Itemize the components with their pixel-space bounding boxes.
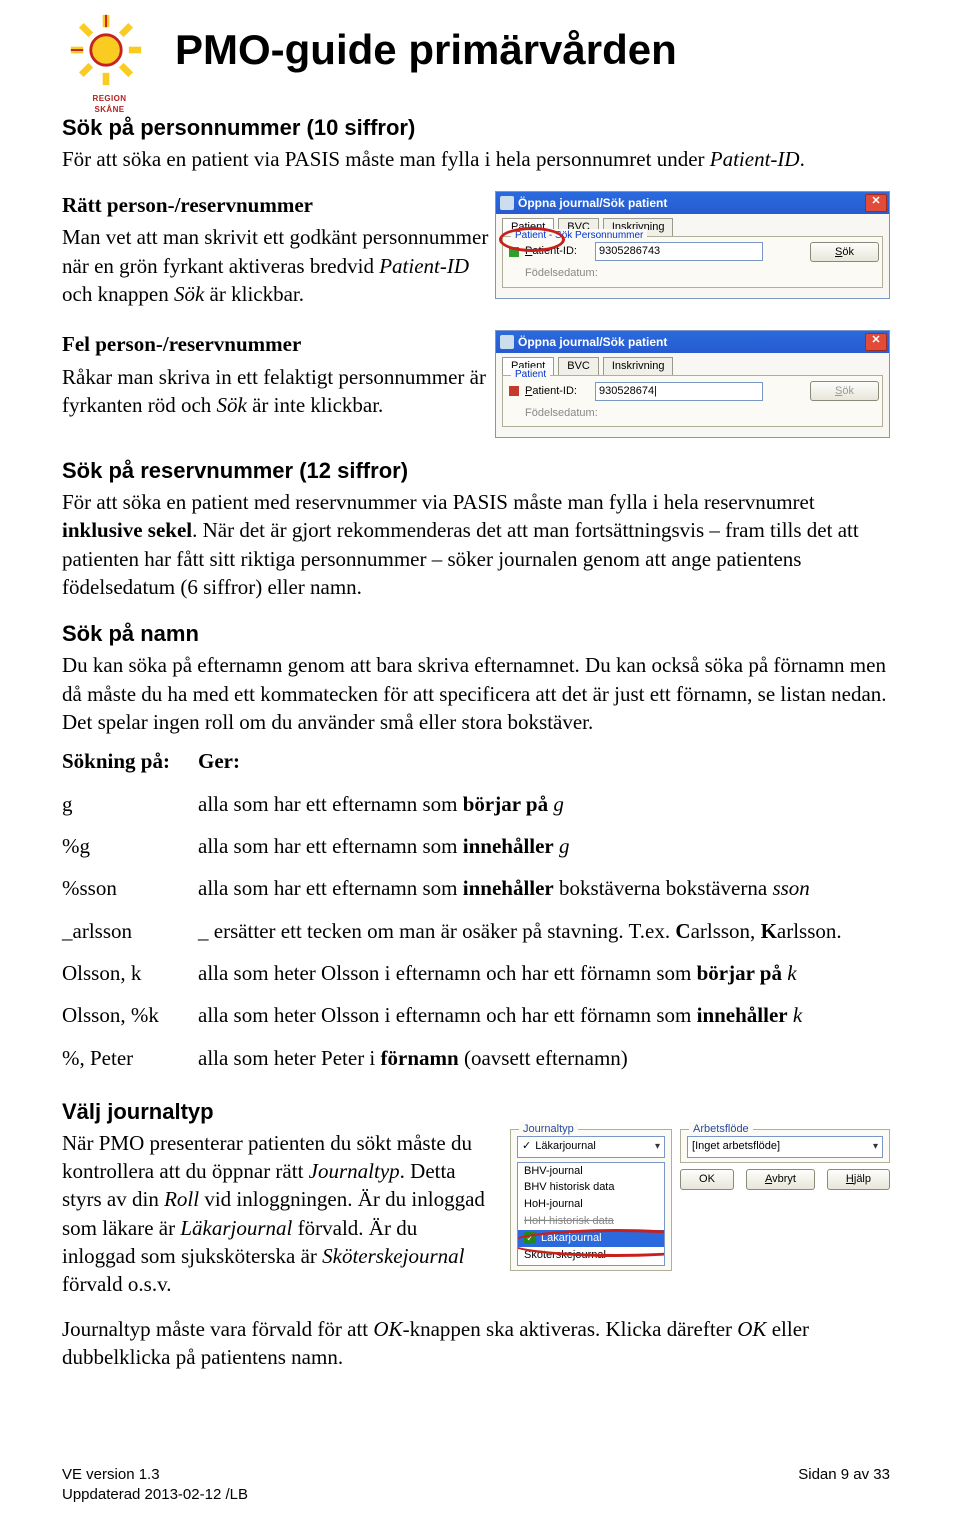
page-footer: VE version 1.3 Uppdaterad 2013-02-12 /LB… [62,1465,890,1506]
section-sok-personnummer: Sök på personnummer (10 siffror) För att… [62,113,890,173]
heading-fel-nummer: Fel person-/reservnummer [62,332,301,356]
heading-sok-namn: Sök på namn [62,619,890,649]
section-fel-nummer: Fel person-/reservnummer Råkar man skriv… [62,330,890,438]
table-row: Olsson, %kalla som heter Olsson i eftern… [62,994,890,1036]
tab-bvc[interactable]: BVC [558,357,599,375]
p-journaltyp-2: Journaltyp måste vara förvald för att OK… [62,1315,890,1372]
ok-button[interactable]: OK [680,1169,734,1190]
page-header: REGION SKÅNE PMO-guide primärvården [62,18,890,113]
section-reservnummer: Sök på reservnummer (12 siffror) För att… [62,456,890,601]
table-row: %galla som har ett efternamn som innehål… [62,825,890,867]
footer-pagenum: Sidan 9 av 33 [798,1465,890,1506]
avbryt-button[interactable]: Avbryt [746,1169,815,1190]
table-row: galla som har ett efternamn som börjar p… [62,783,890,825]
page-title: PMO-guide primärvården [175,22,677,79]
heading-reservnummer: Sök på reservnummer (12 siffror) [62,456,890,486]
sok-button-disabled: Sök [810,381,879,401]
patient-id-label: Patient-ID: [525,384,589,399]
list-item[interactable]: BHV historisk data [518,1179,664,1196]
hjalp-button[interactable]: Hjälp [827,1169,890,1190]
journaltyp-select[interactable]: ✓ Läkarjournal ▾ [517,1136,665,1158]
patient-id-input[interactable]: 9305286743 [595,242,763,261]
table-header-ger: Ger: [198,749,240,773]
close-icon[interactable]: ✕ [865,333,887,351]
footer-version: VE version 1.3 [62,1465,248,1485]
list-item[interactable]: ✓Läkarjournal [518,1230,664,1247]
logo-region-text: REGION [93,94,127,103]
window-titlebar: Öppna journal/Sök patient ✕ [496,331,889,353]
fodelsedatum-label: Födelsedatum: [525,406,598,421]
sok-button[interactable]: Sök [810,242,879,262]
table-row: %ssonalla som har ett efternamn som inne… [62,867,890,909]
check-icon: ✓ [524,1232,536,1244]
window-title: Öppna journal/Sök patient [518,334,667,350]
heading-sok-personnummer: Sök på personnummer (10 siffror) [62,113,890,143]
list-item[interactable]: HoH historisk data [518,1213,664,1230]
app-icon [500,335,514,349]
section-journaltyp: Välj journaltyp När PMO presenterar pati… [62,1097,890,1371]
close-icon[interactable]: ✕ [865,194,887,212]
table-row: Olsson, kalla som heter Olsson i efterna… [62,952,890,994]
logo-skane-text: SKÅNE [94,105,124,114]
journaltyp-legend: Journaltyp [519,1122,578,1137]
journaltyp-listbox[interactable]: BHV-journalBHV historisk dataHoH-journal… [517,1162,665,1266]
p-ratt-nummer: Man vet att man skrivit ett godkänt pers… [62,223,492,308]
list-item[interactable]: Sköterskejournal [518,1247,664,1264]
status-square-invalid [509,386,519,396]
window-title: Öppna journal/Sök patient [518,195,667,211]
table-row: _arlsson_ ersätter ett tecken om man är … [62,910,890,952]
window-titlebar: Öppna journal/Sök patient ✕ [496,192,889,214]
status-square-valid [509,247,519,257]
p-sok-personnummer: För att söka en patient via PASIS måste … [62,145,890,173]
list-item[interactable]: HoH-journal [518,1196,664,1213]
p-fel-nummer: Råkar man skriva in ett felaktigt person… [62,363,492,420]
patient-id-label: Patient-ID: [525,244,589,259]
screenshot-journaltyp: Journaltyp ✓ Läkarjournal ▾ BHV-journalB… [510,1129,890,1303]
section-ratt-nummer: Rätt person-/reservnummer Man vet att ma… [62,191,890,312]
search-patterns-table: Sökning på: Ger: galla som har ett efter… [62,740,890,1079]
footer-updated: Uppdaterad 2013-02-12 /LB [62,1485,248,1505]
panel-legend: Patient - Sök Personnummer [511,229,647,243]
p-sok-namn: Du kan söka på efternamn genom att bara … [62,651,890,736]
p-journaltyp-1: När PMO presenterar patienten du sökt må… [62,1129,492,1299]
chevron-down-icon: ▾ [655,1140,660,1154]
arbetsflode-legend: Arbetsflöde [689,1122,753,1137]
arbetsflode-select[interactable]: [Inget arbetsflöde] ▾ [687,1136,883,1158]
chevron-down-icon: ▾ [873,1140,878,1154]
p-reservnummer: För att söka en patient med reservnummer… [62,488,890,601]
app-icon [500,196,514,210]
check-icon: ✓ [522,1139,531,1154]
section-sok-namn: Sök på namn Du kan söka på efternamn gen… [62,619,890,1078]
heading-ratt-nummer: Rätt person-/reservnummer [62,193,313,217]
table-header-sokning: Sökning på: [62,749,170,773]
screenshot-invalid-personnummer: Öppna journal/Sök patient ✕ Patient BVC … [495,330,890,438]
panel-legend: Patient [511,368,550,382]
heading-journaltyp: Välj journaltyp [62,1097,890,1127]
region-skane-logo: REGION SKÅNE [62,18,157,113]
table-row: %, Peteralla som heter Peter i förnamn (… [62,1037,890,1079]
fodelsedatum-label: Födelsedatum: [525,266,598,281]
list-item[interactable]: BHV-journal [518,1163,664,1180]
patient-id-input[interactable]: 930528674| [595,382,763,401]
screenshot-valid-personnummer: Öppna journal/Sök patient ✕ Patient BVC … [495,191,890,299]
tab-inskrivning[interactable]: Inskrivning [603,357,674,375]
sun-icon [68,12,144,88]
